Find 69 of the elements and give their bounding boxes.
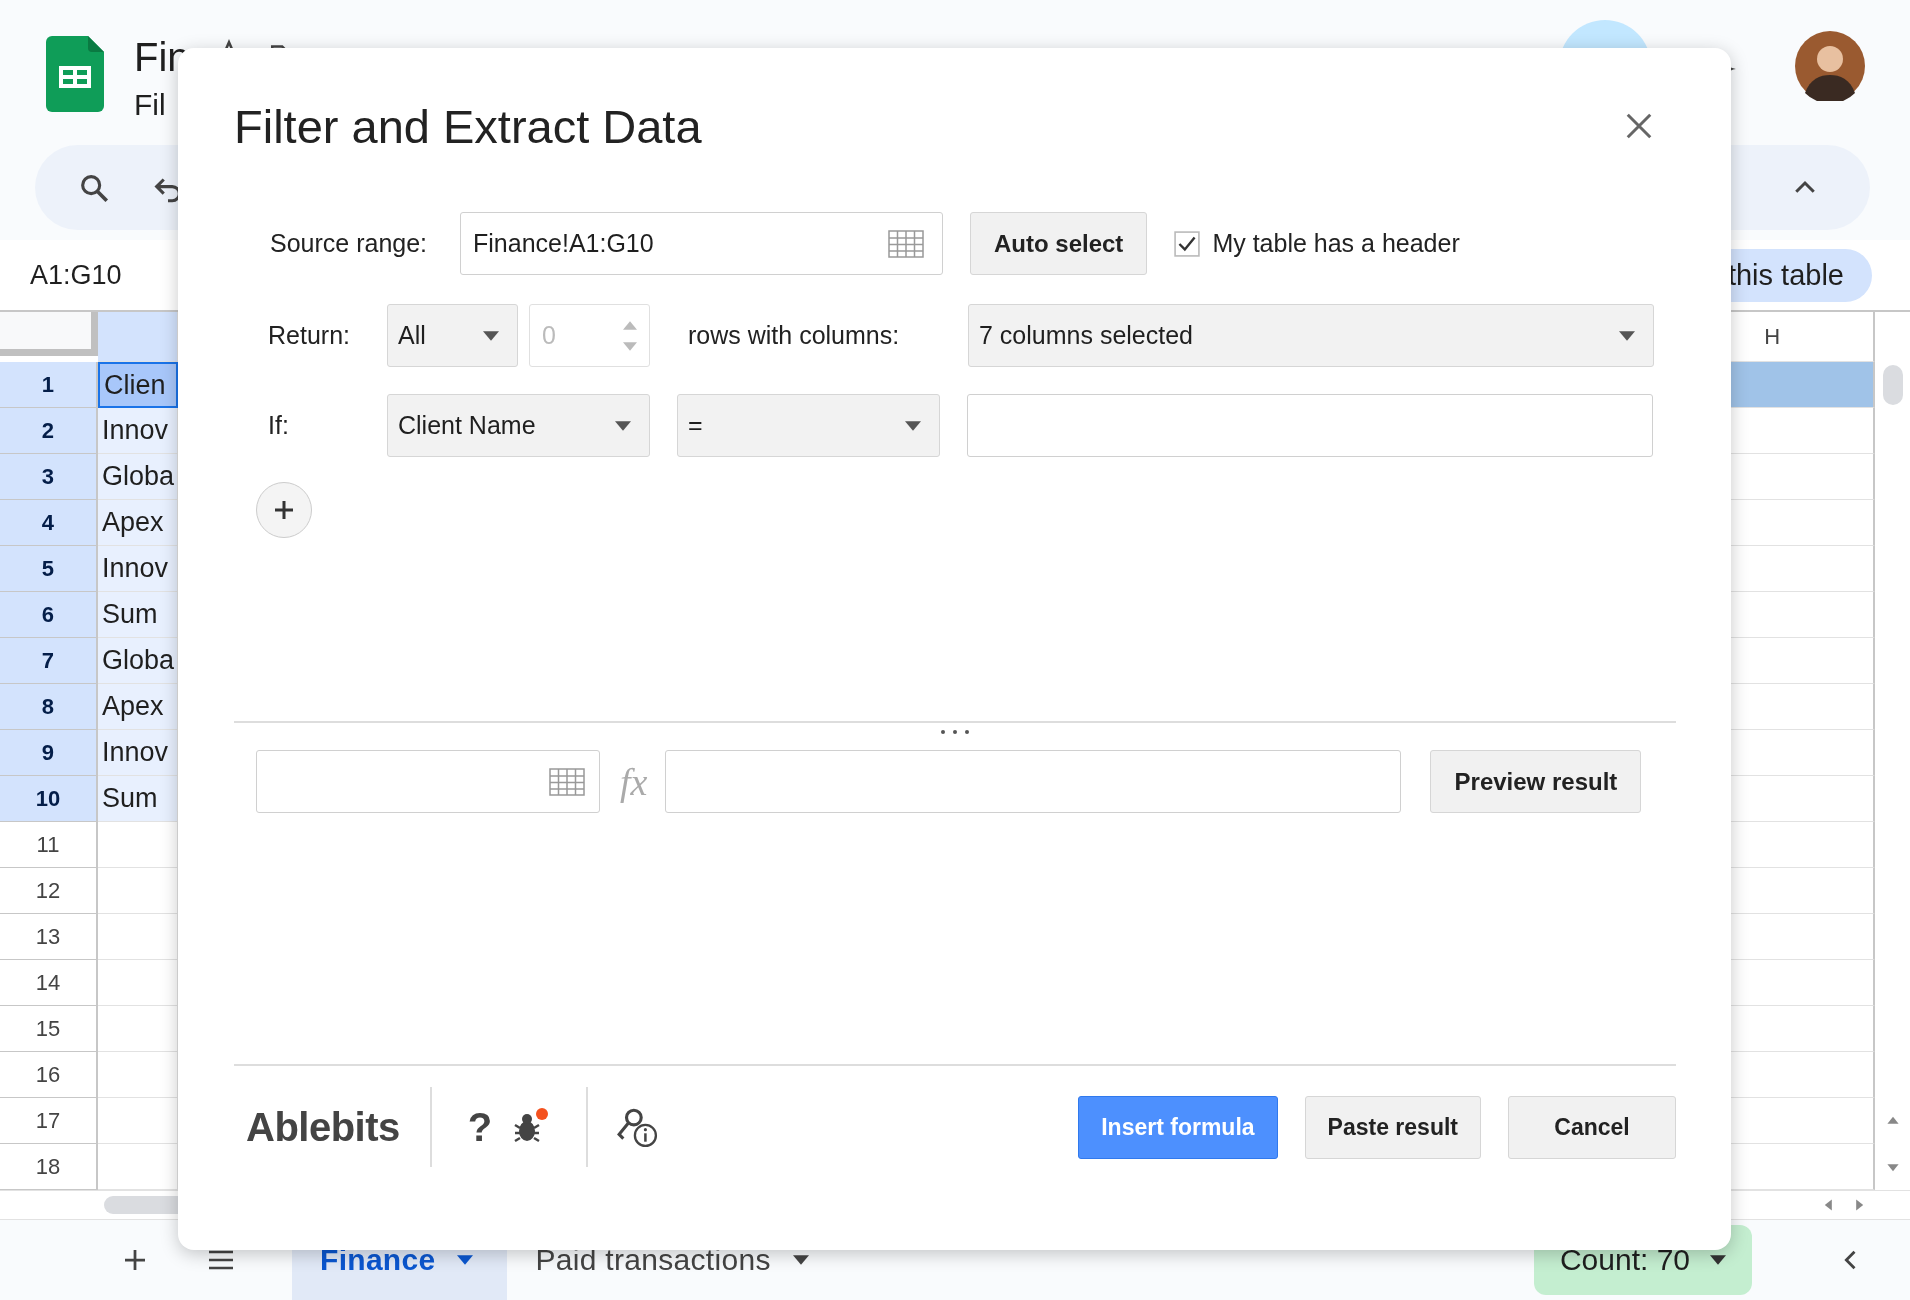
- columns-label: rows with columns:: [688, 321, 901, 350]
- row-header[interactable]: 14: [0, 960, 98, 1006]
- return-label: Return:: [267, 321, 351, 350]
- dialog-title: Filter and Extract Data: [234, 98, 702, 154]
- name-box[interactable]: A1:G10: [30, 259, 122, 291]
- scrollbar-thumb[interactable]: [1882, 365, 1903, 405]
- table-cell: Innov: [97, 546, 178, 592]
- row-header[interactable]: 5: [0, 546, 98, 592]
- value-field[interactable]: [967, 394, 1653, 457]
- caret-icon: [483, 330, 499, 341]
- row-header[interactable]: 15: [0, 1006, 98, 1052]
- row-header[interactable]: 17: [0, 1098, 98, 1144]
- table-cell: Globa: [97, 454, 178, 500]
- close-icon[interactable]: [1624, 111, 1654, 141]
- row-header[interactable]: 18: [0, 1144, 98, 1190]
- plus-icon: [272, 498, 296, 522]
- fx-label: fx: [620, 759, 648, 804]
- table-cell: Innov: [97, 730, 178, 776]
- row-header[interactable]: 9: [0, 730, 98, 776]
- caret-icon: [1619, 330, 1635, 341]
- row-header[interactable]: 6: [0, 592, 98, 638]
- row-header[interactable]: 11: [0, 822, 98, 868]
- avatar-icon[interactable]: [1795, 31, 1865, 101]
- row-header[interactable]: 1: [0, 362, 98, 408]
- row-header[interactable]: 4: [0, 500, 98, 546]
- caret-icon: [1710, 1255, 1726, 1265]
- footer-button[interactable]: Paste result: [1304, 1095, 1481, 1159]
- checkbox-label[interactable]: My table has a header: [1212, 229, 1460, 258]
- add-condition-button[interactable]: [256, 482, 312, 538]
- columns-dropdown[interactable]: 7 columns selected: [968, 304, 1654, 367]
- source-range-field[interactable]: Finance!A1:G10: [460, 212, 943, 275]
- table-cell: Sum: [97, 592, 178, 638]
- preview-result-button[interactable]: Preview result: [1430, 750, 1642, 813]
- table-cell: Apex: [97, 684, 178, 730]
- return-dropdown[interactable]: All: [387, 304, 518, 367]
- formula-field[interactable]: [665, 750, 1402, 813]
- ablebits-logo[interactable]: Ablebits: [246, 1104, 400, 1150]
- table-cell: Sum: [97, 776, 178, 822]
- row-header[interactable]: 16: [0, 1052, 98, 1098]
- condition-label: If:: [267, 411, 290, 440]
- row-header[interactable]: 7: [0, 638, 98, 684]
- caret-icon: [457, 1255, 474, 1265]
- key-info-icon[interactable]: [616, 1106, 659, 1148]
- caret-icon: [615, 420, 631, 431]
- row-header[interactable]: 13: [0, 914, 98, 960]
- row-header[interactable]: 12: [0, 868, 98, 914]
- help-link[interactable]: ?: [467, 1104, 493, 1150]
- table-cell: Apex: [97, 500, 178, 546]
- auto-select-button[interactable]: Auto select: [970, 212, 1148, 275]
- sheets-logo-icon[interactable]: [46, 36, 104, 112]
- caret-icon: [905, 420, 921, 431]
- row-header[interactable]: 2: [0, 408, 98, 454]
- column-dropdown[interactable]: Client Name: [387, 394, 650, 457]
- drag-handle-icon[interactable]: [940, 729, 970, 735]
- grid-icon[interactable]: [888, 229, 924, 258]
- checkbox[interactable]: [1174, 230, 1201, 257]
- row-header[interactable]: 3: [0, 454, 98, 500]
- sheet-tab[interactable]: Paid transactions: [507, 1220, 843, 1300]
- operator-dropdown[interactable]: =: [677, 394, 940, 457]
- table-cell: Innov: [97, 408, 178, 454]
- caret-icon: [792, 1255, 809, 1265]
- source-range-label: Source range:: [269, 229, 429, 258]
- row-header[interactable]: 8: [0, 684, 98, 730]
- table-cell: Clien: [97, 362, 178, 408]
- table-cell: Globa: [97, 638, 178, 684]
- output-range-field[interactable]: [256, 750, 600, 813]
- footer-button[interactable]: Cancel: [1508, 1095, 1676, 1159]
- grid-icon[interactable]: [549, 767, 585, 796]
- row-header[interactable]: 10: [0, 776, 98, 822]
